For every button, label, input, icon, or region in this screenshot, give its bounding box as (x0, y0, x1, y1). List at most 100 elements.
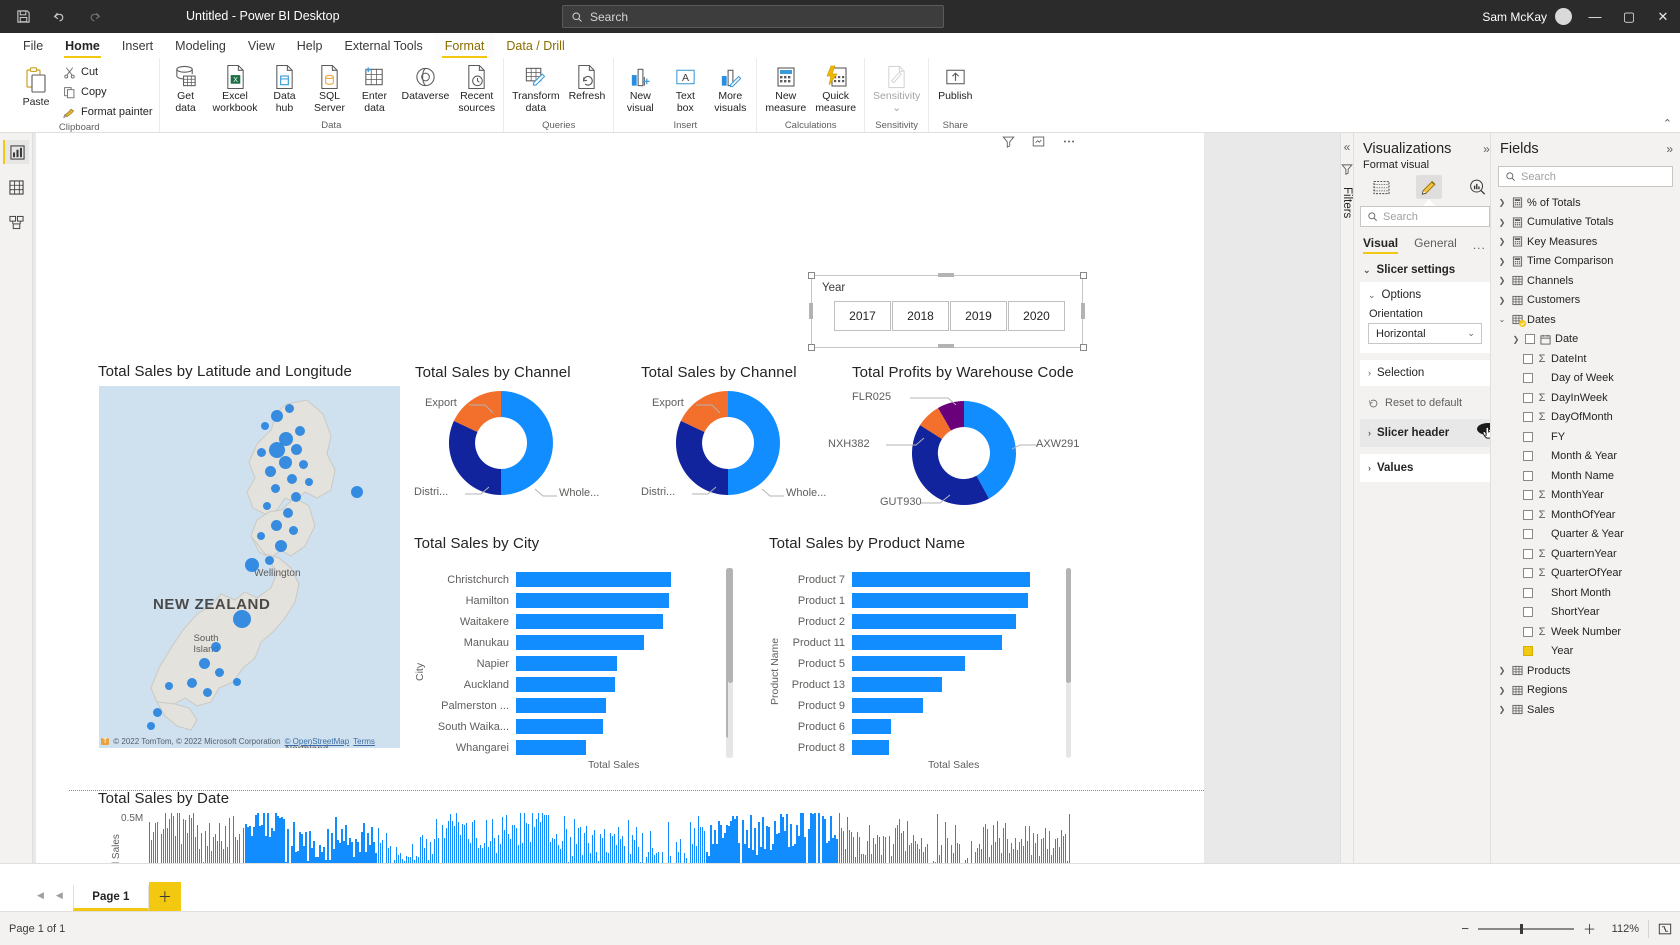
date-column[interactable] (642, 832, 644, 863)
date-column[interactable] (229, 817, 231, 863)
product-bar-scrollbar[interactable] (1066, 568, 1071, 758)
section-options[interactable]: ⌄ Options (1368, 289, 1482, 301)
ribbon-tab-file[interactable]: File (12, 33, 54, 58)
field-month-name[interactable]: Month Name (1491, 466, 1680, 486)
chevron-right-icon[interactable]: ❯ (1497, 198, 1507, 207)
bar[interactable] (852, 677, 942, 692)
bar[interactable] (516, 635, 644, 650)
slicer-item-2017[interactable]: 2017 (834, 301, 891, 331)
field-checkbox[interactable] (1523, 373, 1533, 384)
zoom-slider[interactable] (1477, 923, 1574, 934)
year-slicer-visual[interactable]: Year 2017 2018 2019 2020 (811, 275, 1083, 348)
bar[interactable] (516, 572, 671, 587)
field-table-dates[interactable]: ⌄ Dates (1491, 310, 1680, 330)
text-box-button[interactable]: A Text box (663, 60, 707, 114)
cut-button[interactable]: Cut (63, 63, 153, 81)
ribbon-tab-format[interactable]: Format (433, 33, 496, 58)
field-checkbox[interactable] (1523, 568, 1533, 579)
date-column[interactable] (239, 833, 241, 863)
new-visual-button[interactable]: New visual (618, 60, 662, 114)
ribbon-tab-data-drill[interactable]: Data / Drill (495, 33, 575, 58)
get-data-button[interactable]: Get data (164, 60, 208, 114)
field-week-number[interactable]: Σ Week Number (1491, 622, 1680, 642)
product-bar-visual[interactable]: Product Name Product 7 Product 1 Product… (728, 563, 1082, 778)
field-dateint[interactable]: Σ DateInt (1491, 349, 1680, 369)
fields-expand-icon[interactable]: » (1666, 142, 1673, 156)
map-bubble[interactable] (289, 526, 298, 535)
ribbon-tab-insert[interactable]: Insert (111, 33, 164, 58)
field-checkbox[interactable] (1523, 392, 1533, 403)
openstreetmap-link[interactable]: © OpenStreetMap (285, 737, 350, 746)
field-quarterofyear[interactable]: Σ QuarterOfYear (1491, 564, 1680, 584)
chevron-right-icon[interactable]: ❯ (1497, 666, 1507, 675)
map-bubble[interactable] (271, 410, 283, 422)
global-search-box[interactable]: Search (562, 5, 944, 28)
map-bubble[interactable] (257, 448, 266, 457)
field-year[interactable]: Year (1491, 642, 1680, 662)
field-table-sales[interactable]: ❯ Sales (1491, 700, 1680, 720)
bar[interactable] (516, 656, 617, 671)
date-column[interactable] (804, 837, 806, 863)
map-bubble[interactable] (261, 422, 269, 430)
redo-icon[interactable] (86, 8, 104, 26)
chevron-right-icon[interactable]: ❯ (1497, 218, 1507, 227)
page-nav-first-icon[interactable]: ◀ (37, 890, 44, 901)
orientation-select[interactable]: Horizontal ⌄ (1368, 323, 1482, 344)
page-nav-prev-icon[interactable]: ◀ (56, 890, 63, 901)
zoom-slider-thumb[interactable] (1519, 923, 1523, 934)
field-table-key-measures[interactable]: ❯ Key Measures (1491, 232, 1680, 252)
maximize-button[interactable]: ▢ (1612, 0, 1646, 33)
collapse-ribbon-button[interactable]: ⌃ (1663, 117, 1672, 130)
refresh-button[interactable]: Refresh (565, 60, 610, 103)
date-column[interactable] (946, 837, 949, 863)
date-column[interactable] (958, 843, 961, 863)
map-bubble[interactable] (291, 492, 301, 502)
slicer-item-2018[interactable]: 2018 (892, 301, 949, 331)
chevron-right-icon[interactable]: ❯ (1497, 686, 1507, 695)
map-bubble[interactable] (265, 556, 274, 565)
enter-data-button[interactable]: Enter data (352, 60, 396, 114)
field-fy[interactable]: FY (1491, 427, 1680, 447)
city-bar-visual[interactable]: City Christchurch Hamilton Waitakere Man… (414, 563, 731, 778)
map-bubble[interactable] (283, 508, 293, 518)
map-bubble[interactable] (187, 678, 197, 688)
date-column[interactable] (327, 828, 329, 863)
channel-donut-1-visual[interactable]: Export Distri... Whole... (407, 383, 622, 523)
reset-to-default-button[interactable]: Reset to default (1360, 394, 1490, 412)
channel-donut-2-visual[interactable]: Export Distri... Whole... (634, 383, 849, 523)
field-month-and-year[interactable]: Month & Year (1491, 447, 1680, 467)
undo-icon[interactable] (50, 8, 68, 26)
map-bubble[interactable] (211, 642, 221, 652)
more-visuals-button[interactable]: More visuals (708, 60, 752, 114)
field-checkbox[interactable] (1523, 587, 1533, 598)
field-table-customers[interactable]: ❯ Customers (1491, 291, 1680, 311)
date-column[interactable] (638, 846, 640, 863)
field-table-cumulative-totals[interactable]: ❯ Cumulative Totals (1491, 213, 1680, 233)
report-page[interactable]: Year 2017 2018 2019 2020 Total Sales by … (36, 133, 1204, 863)
recent-sources-button[interactable]: Recent sources (454, 60, 499, 114)
resize-handle-right[interactable] (1081, 303, 1085, 319)
ribbon-tab-modeling[interactable]: Modeling (164, 33, 237, 58)
field-short-month[interactable]: Short Month (1491, 583, 1680, 603)
map-bubble[interactable] (199, 658, 210, 669)
sensitivity-button[interactable]: Sensitivity ⌄ (869, 60, 924, 114)
section-selection[interactable]: › Selection (1360, 360, 1490, 386)
date-column[interactable] (884, 837, 886, 863)
map-bubble[interactable] (287, 474, 297, 484)
field-dayinweek[interactable]: Σ DayInWeek (1491, 388, 1680, 408)
map-bubble[interactable] (271, 520, 282, 531)
map-bubble[interactable] (351, 486, 363, 498)
ribbon-tab-external-tools[interactable]: External Tools (333, 33, 433, 58)
visualizations-expand-icon[interactable]: » (1483, 142, 1490, 156)
bar[interactable] (852, 614, 1016, 629)
resize-handle-br[interactable] (1080, 344, 1087, 351)
bar[interactable] (852, 698, 923, 713)
section-values[interactable]: › Values (1360, 454, 1490, 482)
resize-handle-left[interactable] (809, 303, 813, 319)
map-bubble[interactable] (291, 444, 302, 455)
field-monthyear[interactable]: Σ MonthYear (1491, 486, 1680, 506)
new-measure-button[interactable]: New measure (761, 60, 810, 114)
chevron-right-icon[interactable]: ❯ (1497, 257, 1507, 266)
analytics-icon[interactable] (1464, 175, 1490, 199)
bar[interactable] (852, 572, 1030, 587)
